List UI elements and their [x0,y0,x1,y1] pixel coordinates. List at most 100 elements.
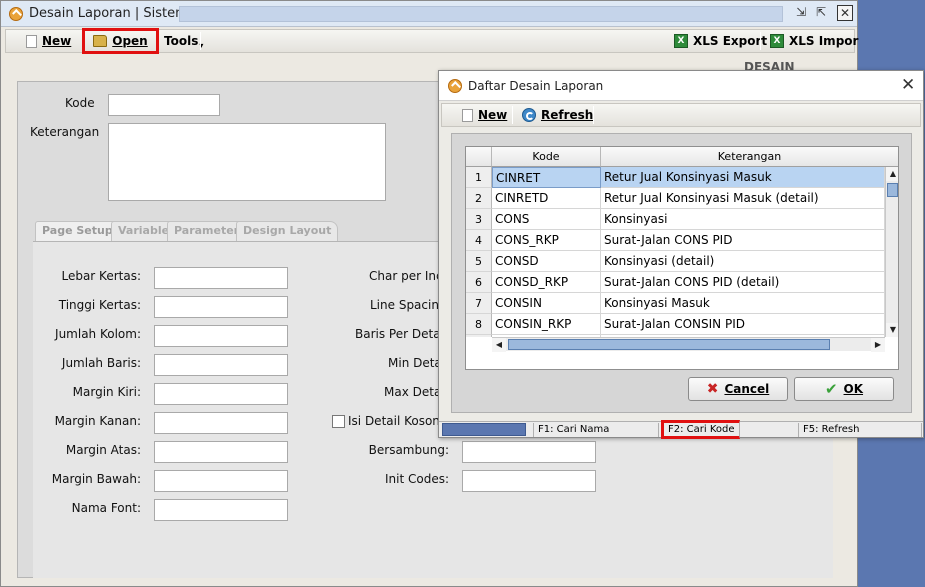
cell-keterangan[interactable]: Surat-Jalan CONS PID [601,230,885,251]
kode-label: Kode [65,96,95,110]
bersambung-label: Bersambung: [368,443,449,457]
tab-page-setup[interactable]: Page Setup [35,221,120,241]
cell-kode[interactable]: CINRETD [492,188,601,209]
toolbar-separator [760,32,761,50]
margin-bawah-input[interactable] [154,470,288,492]
margin-atas-label: Margin Atas: [65,443,141,457]
daftar-desain-dialog: Daftar Desain Laporan ✕ New Refresh Kode… [438,70,924,439]
table-body: 1 CINRET Retur Jual Konsinyasi Masuk 2 CINRE… [466,167,885,337]
bersambung-input[interactable] [462,441,596,463]
table-row[interactable]: 7 CONSIN Konsinyasi Masuk [466,293,885,314]
margin-kiri-label: Margin Kiri: [72,385,141,399]
dialog-title-bar[interactable]: Daftar Desain Laporan ✕ [439,71,923,101]
cell-keterangan[interactable]: Konsinyasi Masuk [601,293,885,314]
table-row[interactable]: 3 CONS Konsinyasi [466,209,885,230]
open-folder-icon [93,35,108,47]
toolbar-separator [200,32,201,50]
nama-font-input[interactable] [154,499,288,521]
refresh-label: Refresh [541,108,594,122]
scroll-right-icon[interactable]: ▶ [871,338,885,352]
kode-input[interactable] [108,94,220,116]
margin-kiri-input[interactable] [154,383,288,405]
nama-font-label: Nama Font: [71,501,141,515]
baris-per-detail-label: Baris Per Deta [355,327,441,341]
maximize-icon[interactable]: ⇱ [813,5,829,21]
ok-check-icon: ✔ [824,380,838,398]
tinggi-kertas-label: Tinggi Kertas: [58,298,141,312]
cell-kode[interactable]: CONS_RKP [492,230,601,251]
cell-kode[interactable]: CONSIN [492,293,601,314]
dialog-new-button[interactable]: New [458,104,511,126]
cell-keterangan[interactable]: Retur Jual Konsinyasi Masuk [601,167,885,188]
status-f2-cari-kode: F2: Cari Kode [661,420,740,439]
vertical-scrollbar[interactable]: ▲ ▼ [885,167,898,337]
margin-kanan-label: Margin Kanan: [54,414,141,428]
toolbar-separator [593,106,594,124]
tab-design-layout[interactable]: Design Layout [236,221,339,241]
refresh-button[interactable]: Refresh [518,104,597,126]
tab-parameter[interactable]: Parameter [167,221,247,241]
designs-table[interactable]: Kode Keterangan 1 CINRET Retur Jual Konsin… [465,146,899,370]
keterangan-textarea[interactable] [108,123,386,201]
margin-kanan-input[interactable] [154,412,288,434]
dialog-status-bar: F1: Cari Nama F2: Cari Kode F5: Refresh [439,420,923,439]
status-indicator [442,423,526,436]
cell-kode[interactable]: CONSD_RKP [492,272,601,293]
max-detail-label: Max Deta [384,385,442,399]
cell-keterangan[interactable]: Surat-Jalan CONSIN PID [601,314,885,335]
lebar-kertas-input[interactable] [154,267,288,289]
cell-keterangan[interactable]: Konsinyasi [601,209,885,230]
cancel-label: Cancel [724,382,770,396]
cell-keterangan[interactable]: Retur Jual Konsinyasi Masuk (detail) [601,188,885,209]
row-number: 8 [466,314,492,335]
column-header-keterangan[interactable]: Keterangan [601,147,898,167]
ok-button[interactable]: ✔ OK [794,377,894,401]
row-number: 1 [466,167,492,188]
dialog-new-label: New [478,108,508,122]
main-title-bar[interactable]: Desain Laporan | Sistem ⇲ ⇱ ✕ [1,1,857,27]
column-header-kode[interactable]: Kode [492,147,601,167]
table-row[interactable]: 1 CINRET Retur Jual Konsinyasi Masuk [466,167,885,188]
xls-export-button[interactable]: X XLS Export [670,30,771,52]
tools-button-label: Tools [164,34,199,48]
cancel-button[interactable]: ✖ Cancel [688,377,788,401]
main-toolbar: New Open Tools ▾ X XLS Export X XLS Impo… [5,28,858,54]
excel-export-icon: X [674,34,688,48]
cell-kode[interactable]: CINRET [492,167,601,188]
cell-kode[interactable]: CONSD [492,251,601,272]
cell-keterangan[interactable]: Konsinyasi (detail) [601,251,885,272]
isi-detail-kosong-label: Isi Detail Koson [348,414,440,428]
new-button[interactable]: New [22,30,75,52]
table-row[interactable]: 6 CONSD_RKP Surat-Jalan CONS PID (detail) [466,272,885,293]
table-row[interactable]: 4 CONS_RKP Surat-Jalan CONS PID [466,230,885,251]
jumlah-baris-input[interactable] [154,354,288,376]
row-number: 9 [466,335,492,337]
margin-atas-input[interactable] [154,441,288,463]
open-button[interactable]: Open [82,28,159,54]
table-row[interactable]: 5 CONSD Konsinyasi (detail) [466,251,885,272]
tinggi-kertas-input[interactable] [154,296,288,318]
init-codes-input[interactable] [462,470,596,492]
close-icon[interactable]: ✕ [837,5,853,21]
horizontal-scrollbar[interactable]: ◀ ▶ [492,337,885,352]
dialog-close-icon[interactable]: ✕ [901,75,915,95]
xls-import-button[interactable]: X XLS Impor [766,30,862,52]
isi-detail-kosong-checkbox[interactable] [332,415,345,428]
refresh-icon [522,108,536,122]
restore-icon[interactable]: ⇲ [793,5,809,21]
jumlah-kolom-input[interactable] [154,325,288,347]
table-row[interactable]: 2 CINRETD Retur Jual Konsinyasi Masuk (det… [466,188,885,209]
status-f1-cari-nama: F1: Cari Nama [533,423,659,437]
row-number-header [466,147,492,167]
cell-kode[interactable]: CONS [492,209,601,230]
new-button-label: New [42,34,72,48]
scroll-left-icon[interactable]: ◀ [492,338,506,352]
scroll-up-icon[interactable]: ▲ [886,167,898,181]
table-row[interactable]: 8 CONSIN_RKP Surat-Jalan CONSIN PID [466,314,885,335]
cell-keterangan[interactable]: Surat-Jalan CONS PID (detail) [601,272,885,293]
scroll-down-icon[interactable]: ▼ [886,323,898,337]
horizontal-scroll-thumb[interactable] [508,339,830,350]
cell-kode[interactable]: CONSIN_RKP [492,314,601,335]
vertical-scroll-thumb[interactable] [887,183,898,197]
ok-label: OK [843,382,864,396]
